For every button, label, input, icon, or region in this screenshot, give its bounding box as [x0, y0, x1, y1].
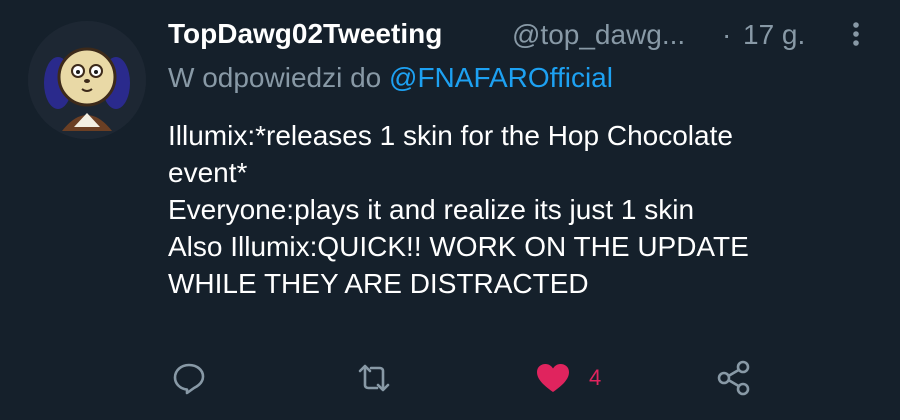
tweet-text: Illumix:*releases 1 skin for the Hop Cho…: [168, 117, 868, 302]
like-button[interactable]: 4: [535, 356, 601, 400]
share-button[interactable]: [716, 356, 752, 400]
tweet-text-line: Illumix:*releases 1 skin for the Hop Cho…: [168, 120, 733, 151]
like-count: 4: [589, 365, 602, 390]
display-name[interactable]: TopDawg02Tweeting: [168, 18, 442, 50]
separator-dot: ·: [722, 19, 732, 50]
avatar-image: [28, 21, 146, 139]
retweet-icon: [358, 364, 390, 392]
tweet-text-line: Also Illumix:QUICK!! WORK ON THE UPDATE: [168, 231, 749, 262]
tweet-text-line: Everyone:plays it and realize its just 1…: [168, 194, 695, 225]
reply-mention-link[interactable]: @FNAFAROfficial: [389, 62, 613, 93]
retweet-button[interactable]: [356, 356, 392, 400]
reply-context: W odpowiedzi do @FNAFAROfficial: [168, 62, 613, 94]
tweet-card[interactable]: TopDawg02Tweeting @top_dawg... · 17 g. W…: [0, 0, 900, 420]
tweet-text-line: WHILE THEY ARE DISTRACTED: [168, 268, 589, 299]
heart-icon: [537, 364, 569, 392]
timestamp[interactable]: 17 g.: [743, 19, 805, 51]
reply-prefix: W odpowiedzi do: [168, 62, 382, 93]
tweet-header: TopDawg02Tweeting @top_dawg... · 17 g.: [168, 14, 870, 60]
more-options-icon[interactable]: [848, 20, 864, 50]
action-bar: 4: [0, 356, 900, 400]
reply-icon: [173, 363, 205, 395]
reply-button[interactable]: [172, 356, 206, 400]
tweet-text-line: event*: [168, 157, 248, 188]
avatar[interactable]: [28, 21, 146, 139]
share-icon: [717, 360, 750, 396]
user-handle[interactable]: @top_dawg...: [512, 19, 685, 51]
